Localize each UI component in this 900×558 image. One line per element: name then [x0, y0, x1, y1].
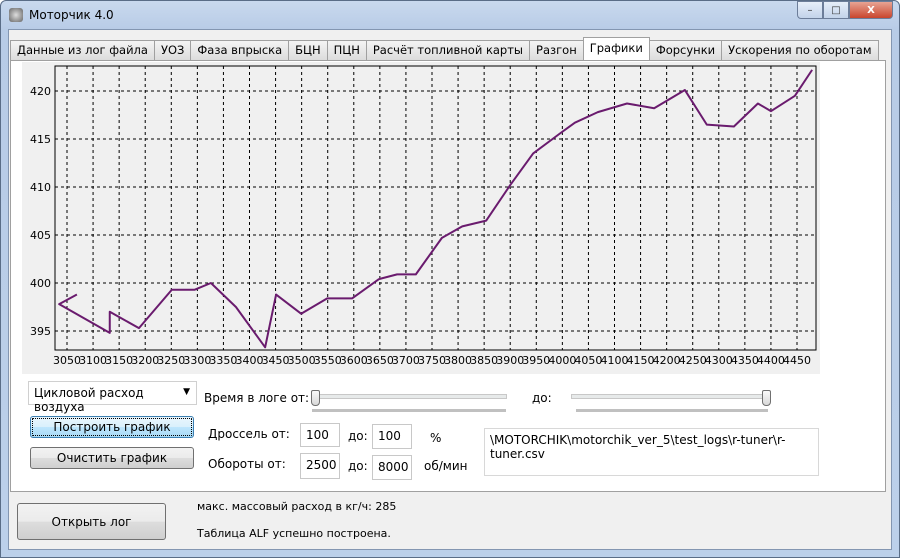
x-tick-label: 3100 — [79, 354, 107, 367]
x-tick-label: 4300 — [705, 354, 733, 367]
plot-area — [54, 65, 817, 351]
x-tick-label: 3850 — [470, 354, 498, 367]
y-tick-label: 400 — [30, 277, 51, 290]
y-tick-label: 415 — [30, 133, 51, 146]
x-tick-label: 4050 — [574, 354, 602, 367]
x-tick-label: 3500 — [288, 354, 316, 367]
x-tick-label: 3250 — [157, 354, 185, 367]
build-graph-button[interactable]: Построить график — [30, 416, 194, 438]
throttle-to-input[interactable]: 100 — [372, 424, 412, 449]
chevron-down-icon: ▼ — [183, 387, 190, 397]
time-from-slider[interactable] — [311, 394, 507, 399]
time-to-label: до: — [532, 391, 552, 405]
rpm-label: Обороты от: — [208, 457, 286, 471]
file-path-textbox[interactable]: \MOTORCHIK\motorchik_ver_5\test_logs\r-t… — [484, 428, 819, 476]
y-tick-label: 405 — [30, 229, 51, 242]
time-from-label: Время в логе от: — [204, 391, 310, 405]
x-tick-label: 4150 — [627, 354, 655, 367]
x-tick-label: 4450 — [783, 354, 811, 367]
time-to-slider-thumb[interactable] — [762, 390, 771, 406]
throttle-unit: % — [430, 431, 442, 445]
time-to-slider[interactable] — [571, 394, 771, 399]
rpm-unit: об/мин — [424, 459, 468, 473]
x-tick-label: 3150 — [105, 354, 133, 367]
rpm-to-input[interactable]: 8000 — [372, 455, 412, 480]
time-from-ticks — [312, 409, 506, 412]
y-tick-label: 420 — [30, 85, 51, 98]
x-tick-label: 3450 — [262, 354, 290, 367]
x-tick-label: 4000 — [548, 354, 576, 367]
clear-graph-button[interactable]: Очистить график — [30, 447, 194, 469]
x-tick-label: 3550 — [314, 354, 342, 367]
rpm-to-label: до: — [348, 459, 368, 473]
rpm-from-input[interactable]: 2500 — [300, 453, 340, 479]
x-tick-label: 3950 — [522, 354, 550, 367]
tab-graphs[interactable]: Графики — [582, 37, 650, 60]
x-tick-label: 3750 — [418, 354, 446, 367]
throttle-to-label: до: — [348, 429, 368, 443]
max-flow-text: макс. массовый расход в кг/ч: 285 — [197, 500, 397, 513]
x-tick-label: 3800 — [444, 354, 472, 367]
time-from-slider-thumb[interactable] — [311, 390, 320, 406]
parameter-select[interactable]: Цикловой расход воздуха ▼ — [28, 381, 197, 414]
x-tick-label: 3650 — [366, 354, 394, 367]
y-tick-label: 395 — [30, 325, 51, 338]
x-tick-label: 3300 — [183, 354, 211, 367]
x-tick-label: 3700 — [392, 354, 420, 367]
x-tick-label: 3600 — [340, 354, 368, 367]
status-text: Таблица ALF успешно построена. — [197, 527, 391, 540]
time-to-ticks — [576, 409, 768, 412]
x-tick-label: 3900 — [496, 354, 524, 367]
x-tick-label: 3050 — [53, 354, 81, 367]
open-log-button[interactable]: Открыть лог — [17, 503, 166, 540]
throttle-label: Дроссель от: — [208, 427, 290, 441]
x-tick-label: 4350 — [731, 354, 759, 367]
y-tick-label: 410 — [30, 181, 51, 194]
x-tick-label: 3350 — [209, 354, 237, 367]
x-tick-label: 4250 — [679, 354, 707, 367]
x-tick-label: 4100 — [601, 354, 629, 367]
x-tick-label: 3400 — [236, 354, 264, 367]
x-tick-label: 4200 — [653, 354, 681, 367]
throttle-from-input[interactable]: 100 — [300, 423, 340, 447]
x-tick-label: 4400 — [757, 354, 785, 367]
x-tick-label: 3200 — [131, 354, 159, 367]
